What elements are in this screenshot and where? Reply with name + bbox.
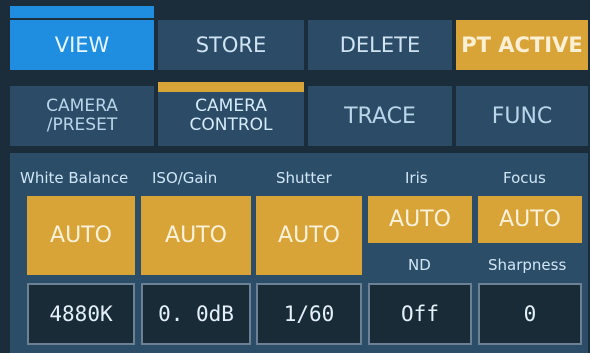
iso-gain-value-text: 0. 0dB [158,302,234,326]
white-balance-value[interactable]: 4880K [27,283,135,345]
shutter-value[interactable]: 1/60 [256,283,362,345]
nd-label: ND [408,256,431,274]
pt-active-button[interactable]: PT ACTIVE [456,20,590,70]
sharpness-label: Sharpness [488,256,567,274]
tab-view[interactable]: VIEW [10,6,156,70]
shutter-auto-label: AUTO [278,223,340,248]
white-balance-label: White Balance [20,169,129,187]
tab-store[interactable]: STORE [158,20,306,70]
iris-label: Iris [405,169,428,187]
tab-trace-label: TRACE [344,103,416,129]
sharpness-value-text: 0 [523,302,537,326]
tab-delete-label: DELETE [339,33,421,57]
camera-control-screen: VIEW STORE DELETE PT ACTIVE CAMERA /PRES… [0,0,590,353]
nd-value-text: Off [401,302,439,326]
sharpness-value[interactable]: 0 [478,283,582,345]
tab-trace[interactable]: TRACE [308,86,454,146]
tab-func-label: FUNC [491,103,553,129]
focus-auto-button[interactable]: AUTO [478,196,582,243]
tab-camera-control-line2: CONTROL [189,115,273,135]
shutter-label: Shutter [276,169,332,187]
iris-auto-label: AUTO [389,207,451,232]
focus-label: Focus [503,169,546,187]
iris-auto-button[interactable]: AUTO [368,196,472,243]
iso-gain-value[interactable]: 0. 0dB [141,283,251,345]
white-balance-auto-button[interactable]: AUTO [27,196,135,275]
nd-value[interactable]: Off [368,283,472,345]
tab-delete[interactable]: DELETE [308,20,454,70]
shutter-auto-button[interactable]: AUTO [256,196,362,275]
tab-camera-preset-line2: /PRESET [46,115,118,135]
iso-gain-auto-button[interactable]: AUTO [141,196,251,275]
pt-active-label: PT ACTIVE [461,33,583,57]
tab-camera-control[interactable]: CAMERA CONTROL [158,82,306,146]
tab-camera-preset-line1: CAMERA [46,96,118,116]
iso-gain-label: ISO/Gain [152,169,218,187]
tab-func[interactable]: FUNC [456,86,590,146]
white-balance-auto-label: AUTO [50,223,112,248]
tab-camera-control-line1: CAMERA [195,96,267,116]
tab-store-label: STORE [195,33,267,57]
tab-view-label: VIEW [54,33,110,57]
white-balance-value-text: 4880K [49,302,113,326]
iso-gain-auto-label: AUTO [165,223,227,248]
focus-auto-label: AUTO [499,207,561,232]
shutter-value-text: 1/60 [283,302,335,326]
tab-camera-preset[interactable]: CAMERA /PRESET [10,86,156,146]
camera-control-panel: White Balance ISO/Gain Shutter Iris Focu… [10,153,588,353]
